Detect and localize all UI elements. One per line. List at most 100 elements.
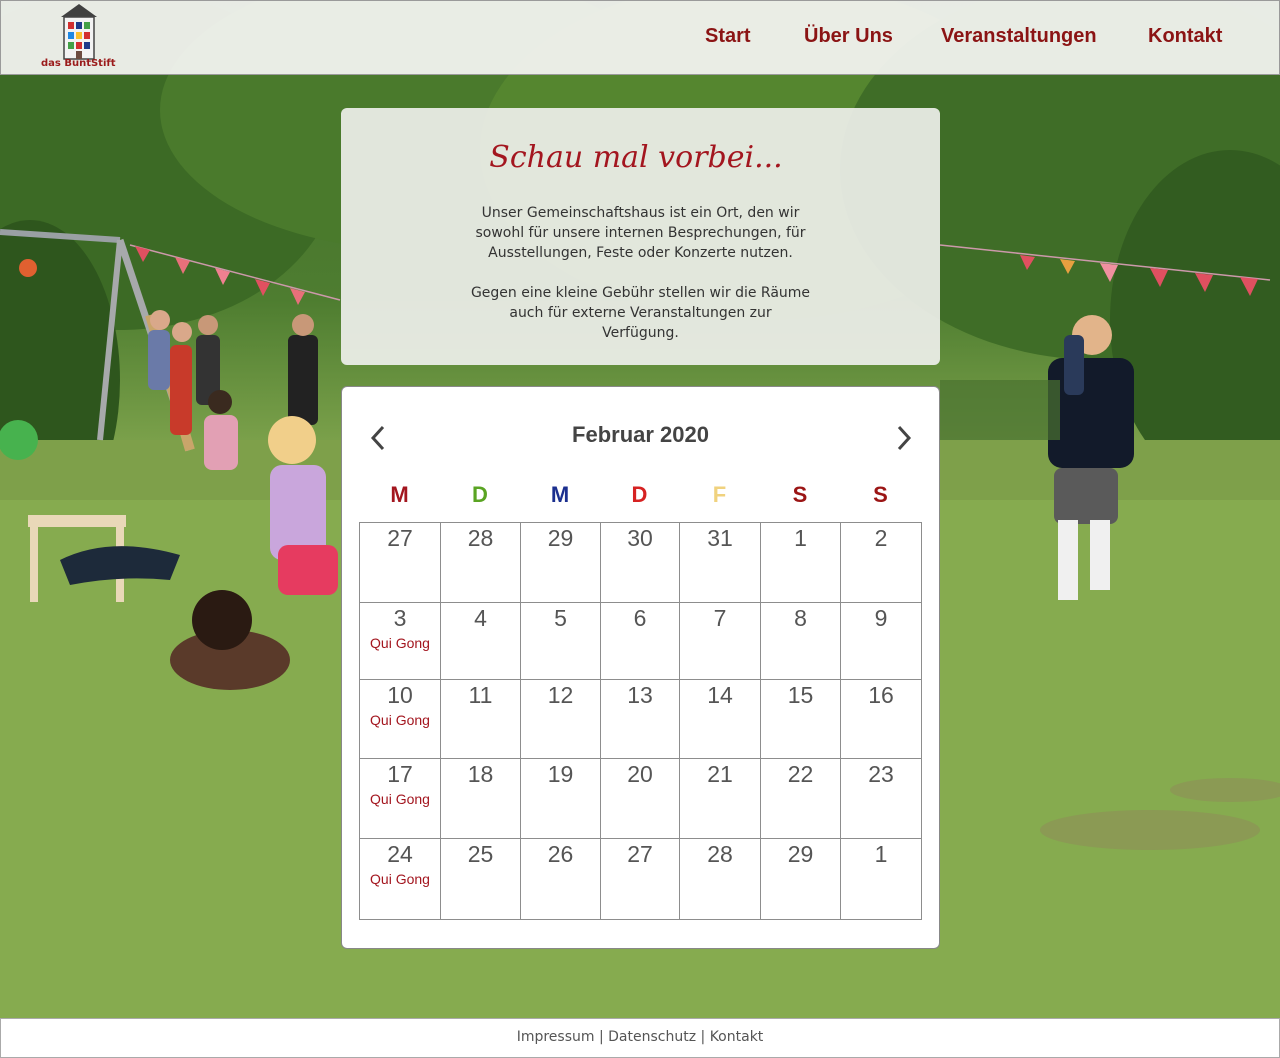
footer-impressum-link[interactable]: Impressum bbox=[517, 1029, 595, 1045]
day-number: 12 bbox=[547, 682, 574, 708]
calendar-event-label[interactable]: Qui Gong bbox=[360, 791, 440, 807]
calendar-day-cell[interactable]: 13 bbox=[600, 679, 680, 759]
calendar-day-cell[interactable]: 14 bbox=[679, 679, 761, 759]
calendar-day-cell[interactable]: 20 bbox=[600, 758, 680, 839]
weekday-label: S bbox=[792, 482, 808, 507]
intro-paragraph-2: Gegen eine kleine Gebühr stellen wir die… bbox=[470, 285, 811, 341]
calendar-day-cell[interactable]: 1 bbox=[840, 838, 922, 920]
calendar-day-cell[interactable]: 15 bbox=[760, 679, 841, 759]
calendar-day-cell[interactable]: 8 bbox=[760, 602, 841, 680]
calendar-day-cell[interactable]: 2 bbox=[840, 522, 922, 603]
day-number: 1 bbox=[874, 841, 888, 867]
day-number: 22 bbox=[787, 761, 814, 787]
footer-datenschutz-link[interactable]: Datenschutz bbox=[608, 1029, 696, 1045]
calendar-day-cell[interactable]: 31 bbox=[679, 522, 761, 603]
day-number: 9 bbox=[874, 605, 888, 631]
intro-title: Schau mal vorbei... bbox=[489, 140, 783, 175]
calendar-day-cell[interactable]: 1 bbox=[760, 522, 841, 603]
calendar-day-cell[interactable]: 24 Qui Gong bbox=[359, 838, 441, 920]
calendar-day-cell[interactable]: 28 bbox=[440, 522, 521, 603]
calendar-day-cell[interactable]: 28 bbox=[679, 838, 761, 920]
calendar-month-title: Februar 2020 bbox=[572, 422, 709, 447]
day-number: 16 bbox=[868, 682, 894, 708]
calendar-day-cell[interactable]: 29 bbox=[760, 838, 841, 920]
calendar-day-cell[interactable]: 27 bbox=[600, 838, 680, 920]
day-number: 28 bbox=[707, 841, 733, 867]
nav-start[interactable]: Start bbox=[705, 25, 751, 48]
day-number: 27 bbox=[627, 841, 653, 867]
calendar-event-label[interactable]: Qui Gong bbox=[360, 635, 440, 651]
day-number: 8 bbox=[794, 605, 807, 631]
day-number: 17 bbox=[387, 761, 413, 787]
day-number: 11 bbox=[468, 682, 493, 708]
calendar-day-cell[interactable]: 12 bbox=[520, 679, 601, 759]
weekday-label: S bbox=[873, 482, 888, 507]
chevron-right-icon bbox=[897, 425, 912, 451]
logo-text: das BuntStift bbox=[41, 58, 116, 69]
day-number: 4 bbox=[474, 605, 487, 631]
day-number: 2 bbox=[874, 525, 888, 551]
intro-text: Unser Gemeinschaftshaus ist ein Ort, den… bbox=[341, 203, 940, 363]
calendar-day-cell[interactable]: 7 bbox=[679, 602, 761, 680]
site-header: das BuntStift Start Über Uns Veranstaltu… bbox=[0, 0, 1280, 75]
footer-kontakt-link[interactable]: Kontakt bbox=[710, 1029, 764, 1045]
day-number: 28 bbox=[467, 525, 494, 551]
weekday-label: D bbox=[472, 482, 488, 507]
day-number: 15 bbox=[787, 682, 814, 708]
nav-ueber-uns[interactable]: Über Uns bbox=[804, 25, 893, 48]
day-number: 19 bbox=[547, 761, 574, 787]
day-number: 7 bbox=[713, 605, 727, 631]
calendar-day-cell[interactable]: 17 Qui Gong bbox=[359, 758, 441, 839]
day-number: 18 bbox=[467, 761, 494, 787]
main-navigation: Start Über Uns Veranstaltungen Kontakt bbox=[1, 25, 1280, 55]
day-number: 20 bbox=[627, 761, 653, 787]
day-number: 26 bbox=[547, 841, 574, 867]
calendar-day-cell[interactable]: 25 bbox=[440, 838, 521, 920]
day-number: 31 bbox=[707, 525, 733, 551]
day-number: 10 bbox=[387, 682, 413, 708]
site-footer: Impressum | Datenschutz | Kontakt bbox=[0, 1018, 1280, 1058]
calendar-day-cell[interactable]: 26 bbox=[520, 838, 601, 920]
calendar-event-label[interactable]: Qui Gong bbox=[360, 871, 440, 887]
calendar-day-cell[interactable]: 18 bbox=[440, 758, 521, 839]
calendar-day-cell[interactable]: 21 bbox=[679, 758, 761, 839]
calendar-day-cell[interactable]: 3 Qui Gong bbox=[359, 602, 441, 680]
calendar-day-cell[interactable]: 27 bbox=[359, 522, 441, 603]
day-number: 27 bbox=[387, 525, 413, 551]
day-number: 30 bbox=[627, 525, 653, 551]
weekday-label: D bbox=[631, 482, 648, 507]
footer-separator: | bbox=[700, 1029, 706, 1045]
calendar-day-cell[interactable]: 10 Qui Gong bbox=[359, 679, 441, 759]
weekday-label: F bbox=[712, 482, 727, 507]
calendar-day-cell[interactable]: 4 bbox=[440, 602, 521, 680]
day-number: 29 bbox=[547, 525, 574, 551]
day-number: 3 bbox=[393, 605, 407, 631]
footer-separator: | bbox=[598, 1029, 604, 1045]
calendar-day-cell[interactable]: 23 bbox=[840, 758, 922, 839]
calendar-day-cell[interactable]: 30 bbox=[600, 522, 680, 603]
calendar-day-cell[interactable]: 16 bbox=[840, 679, 922, 759]
day-number: 14 bbox=[707, 682, 733, 708]
day-number: 21 bbox=[707, 761, 733, 787]
day-number: 5 bbox=[554, 605, 567, 631]
calendar-event-label[interactable]: Qui Gong bbox=[360, 712, 440, 728]
day-number: 1 bbox=[794, 525, 807, 551]
day-number: 29 bbox=[787, 841, 814, 867]
calendar-day-cell[interactable]: 11 bbox=[440, 679, 521, 759]
calendar-day-cell[interactable]: 22 bbox=[760, 758, 841, 839]
intro-paragraph-1: Unser Gemeinschaftshaus ist ein Ort, den… bbox=[475, 205, 806, 261]
calendar-day-cell[interactable]: 5 bbox=[520, 602, 601, 680]
nav-veranstaltungen[interactable]: Veranstaltungen bbox=[941, 25, 1097, 48]
weekday-label: M bbox=[390, 482, 409, 507]
calendar-day-cell[interactable]: 6 bbox=[600, 602, 680, 680]
day-number: 24 bbox=[387, 841, 413, 867]
next-month-button[interactable] bbox=[893, 423, 915, 453]
day-number: 23 bbox=[868, 761, 894, 787]
calendar-day-cell[interactable]: 29 bbox=[520, 522, 601, 603]
calendar-day-cell[interactable]: 19 bbox=[520, 758, 601, 839]
weekday-label: M bbox=[550, 482, 570, 507]
day-number: 13 bbox=[627, 682, 653, 708]
nav-kontakt[interactable]: Kontakt bbox=[1148, 25, 1222, 48]
calendar-day-cell[interactable]: 9 bbox=[840, 602, 922, 680]
day-number: 6 bbox=[633, 605, 647, 631]
